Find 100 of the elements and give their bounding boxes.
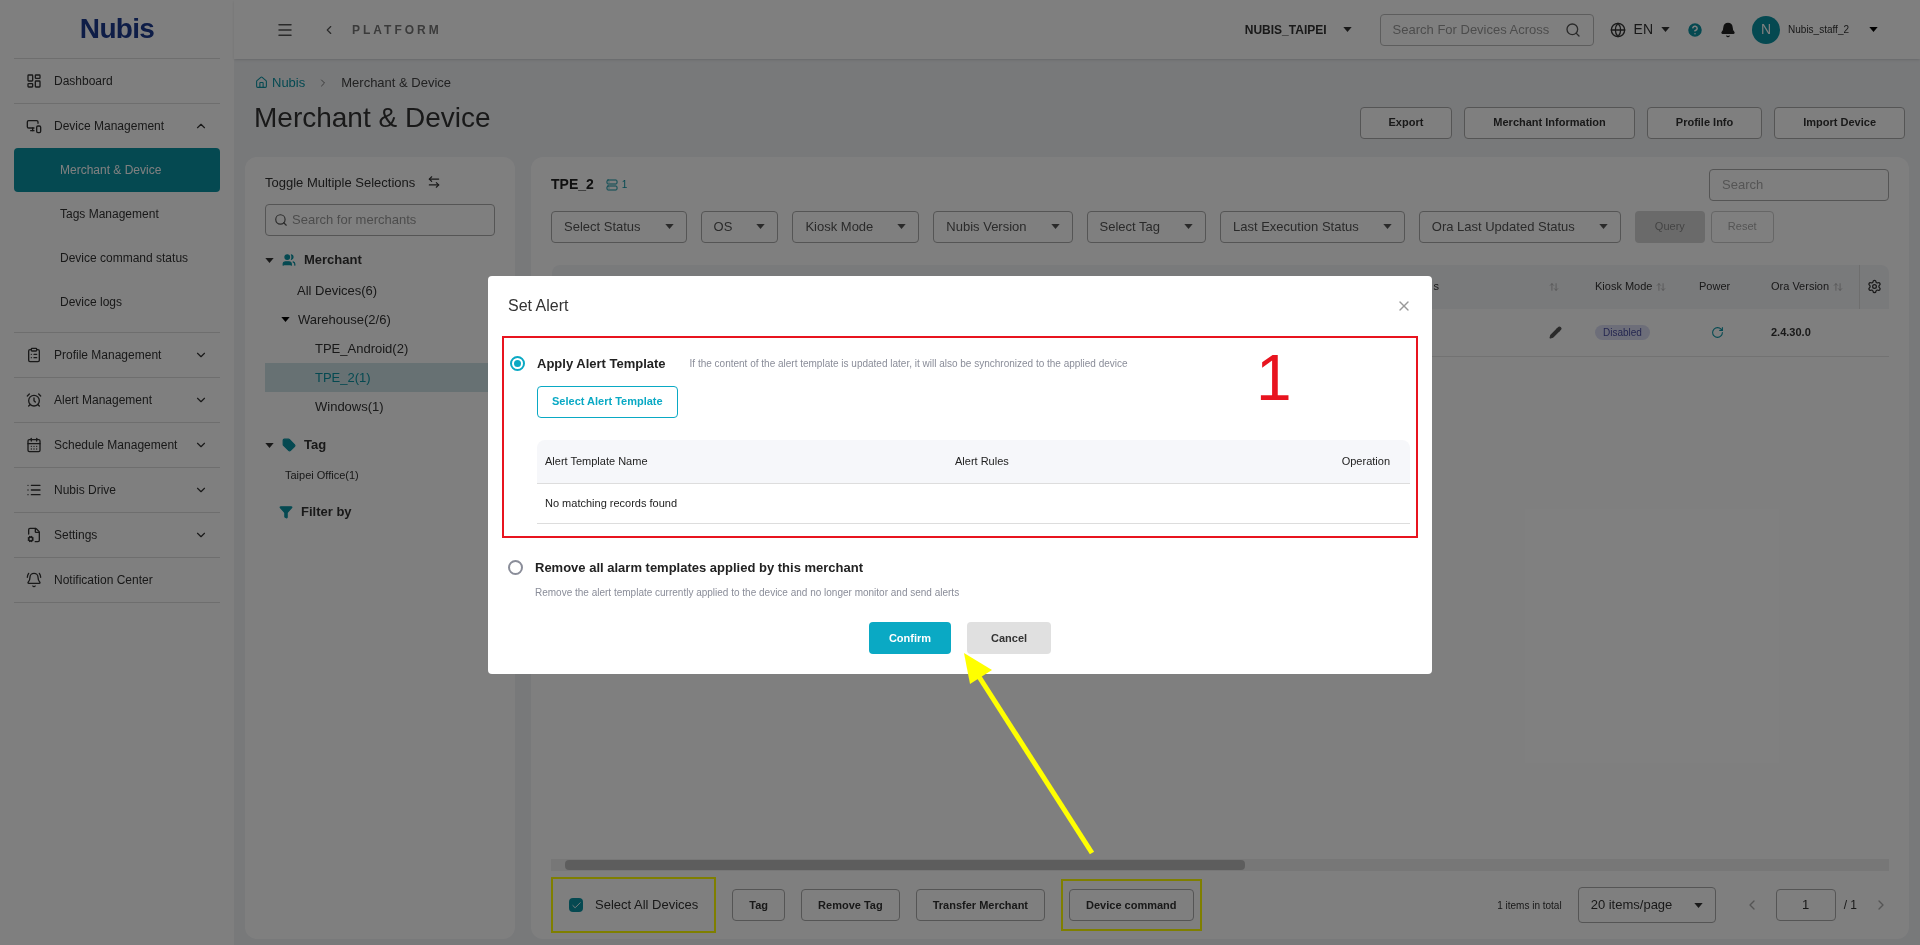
globe-icon (1609, 21, 1626, 38)
sidebar-item[interactable]: Schedule Management (14, 423, 220, 467)
menu-item-icon (26, 437, 42, 453)
swap-icon[interactable] (427, 175, 442, 190)
device-count: 1 (621, 178, 628, 192)
sidebar-item[interactable]: Notification Center (14, 558, 220, 602)
menu-item-icon (26, 73, 42, 89)
sort-icon (1656, 281, 1667, 292)
tree-node[interactable]: All Devices(6) (297, 280, 378, 301)
caret-icon (1382, 224, 1392, 229)
search-icon (274, 213, 288, 227)
users-icon (282, 253, 296, 267)
sidebar-item[interactable]: Profile Management (14, 333, 220, 377)
header-button[interactable]: Export (1359, 106, 1453, 139)
option-description: If the content of the alert template is updated later, it will also be synchronized to the applied device (689, 357, 1128, 372)
sidebar-item[interactable]: Settings (14, 513, 220, 557)
filter-by-heading[interactable]: Filter by (265, 502, 495, 522)
filter-dropdown[interactable]: Last Execution Status (1220, 210, 1405, 243)
column-header[interactable]: Kiosk Mode (1589, 264, 1699, 309)
header-button[interactable]: Profile Info (1646, 106, 1763, 139)
option-label[interactable]: Apply Alert Template (537, 354, 666, 374)
sidebar-item[interactable]: Tags Management (14, 192, 220, 236)
dialog-title: Set Alert (508, 296, 569, 316)
menu-item-icon (26, 347, 42, 363)
filter-label: Filter by (301, 503, 352, 521)
header-button[interactable]: Merchant Information (1464, 106, 1635, 139)
caret-icon (1598, 224, 1608, 229)
caret-icon (1693, 902, 1703, 908)
tree-node[interactable]: Windows(1) (315, 396, 384, 417)
option-description: Remove the alert template currently applied to the device and no longer monitor and send alerts (535, 586, 961, 600)
tree-section-label[interactable]: Merchant (304, 250, 362, 270)
notification-icon[interactable] (1720, 21, 1737, 38)
caret-icon (664, 224, 674, 229)
sidebar-item[interactable]: Device Management (14, 104, 220, 148)
sort-icon (1549, 281, 1559, 292)
check-icon (570, 899, 582, 911)
menu-item-icon (26, 572, 42, 588)
settings-icon[interactable] (1867, 279, 1882, 294)
filter-dropdown[interactable]: Select Tag (1086, 210, 1206, 243)
status-badge: Disabled (1595, 324, 1650, 340)
server-icon (605, 178, 618, 191)
tree-section-label[interactable]: Tag (304, 435, 327, 455)
header-button[interactable]: Import Device (1774, 106, 1905, 139)
page-size-dropdown[interactable]: 20 items/page (1577, 887, 1716, 923)
action-button[interactable]: Tag (732, 889, 786, 921)
filter-dropdown[interactable]: Ora Last Updated Status (1418, 210, 1621, 243)
filter-dropdown[interactable]: Kiosk Mode (792, 210, 920, 243)
caret-icon (1184, 224, 1193, 229)
action-button[interactable]: Remove Tag (801, 889, 900, 921)
tag-icon (282, 438, 296, 452)
column-header[interactable]: Power (1699, 264, 1771, 309)
cancel-button[interactable]: Cancel (967, 622, 1052, 654)
filter-dropdown[interactable]: OS (700, 210, 779, 243)
sidebar-item[interactable]: Device logs (14, 280, 220, 324)
menu-item-icon (26, 527, 42, 543)
table-cell-text: 2.4.30.0 (1771, 324, 1812, 340)
column-header: Operation (1341, 453, 1391, 469)
menu-item-icon (26, 482, 42, 498)
filter-dropdown[interactable]: Select Status (551, 210, 687, 243)
breadcrumb-link[interactable]: Nubis (255, 73, 306, 93)
action-button[interactable]: Device command (1069, 889, 1194, 921)
caret-icon (1661, 27, 1671, 32)
page-title: Merchant & Device (254, 100, 491, 135)
home-icon (255, 76, 268, 90)
total-count: 1 items in total (1497, 898, 1562, 913)
page-number-field[interactable]: 1 (1775, 889, 1836, 921)
sidebar-item[interactable]: Dashboard (14, 59, 220, 103)
user-avatar[interactable]: N (1752, 15, 1781, 44)
caret-icon[interactable] (265, 257, 274, 263)
sidebar-item[interactable]: Device command status (14, 236, 220, 280)
sidebar-item[interactable]: Nubis Drive (14, 468, 220, 512)
sidebar-item[interactable]: Merchant & Device (14, 148, 220, 192)
tree-node[interactable]: Taipei Office(1) (285, 467, 359, 484)
tree-node[interactable]: TPE_Android(2) (315, 338, 409, 359)
filter-dropdown[interactable]: Nubis Version (933, 210, 1073, 243)
toggle-selections-label[interactable]: Toggle Multiple Selections (265, 172, 416, 192)
sort-icon (1833, 281, 1844, 292)
empty-table-message: No matching records found (545, 495, 678, 511)
user-name[interactable]: Nubis_staff_2 (1788, 22, 1849, 37)
radio-button[interactable] (510, 356, 525, 372)
column-header[interactable]: Ora Version (1771, 264, 1859, 309)
edit-icon[interactable] (1549, 325, 1562, 339)
language-dropdown[interactable]: EN (1609, 19, 1671, 40)
action-button[interactable]: Transfer Merchant (915, 889, 1046, 921)
caret-icon[interactable] (281, 317, 290, 322)
help-icon[interactable] (1686, 20, 1705, 39)
radio-button[interactable] (508, 559, 523, 575)
menu-item-icon (26, 118, 42, 134)
option-label[interactable]: Remove all alarm templates applied by this merchant (535, 557, 863, 577)
page-total: / 1 (1843, 897, 1857, 914)
caret-icon[interactable] (265, 442, 274, 448)
select-template-button[interactable]: Select Alert Template (537, 385, 678, 418)
sidebar-item[interactable]: Alert Management (14, 378, 220, 422)
confirm-button[interactable]: Confirm (868, 622, 952, 654)
tree-node[interactable]: Warehouse(2/6) (298, 309, 391, 330)
logo: Nubis (79, 12, 155, 46)
platform-link[interactable]: PLATFORM (352, 20, 442, 39)
menu-item-icon (26, 392, 42, 408)
column-header: Alert Rules (955, 453, 1010, 469)
organization-dropdown[interactable]: NUBIS_TAIPEI (1244, 20, 1352, 39)
